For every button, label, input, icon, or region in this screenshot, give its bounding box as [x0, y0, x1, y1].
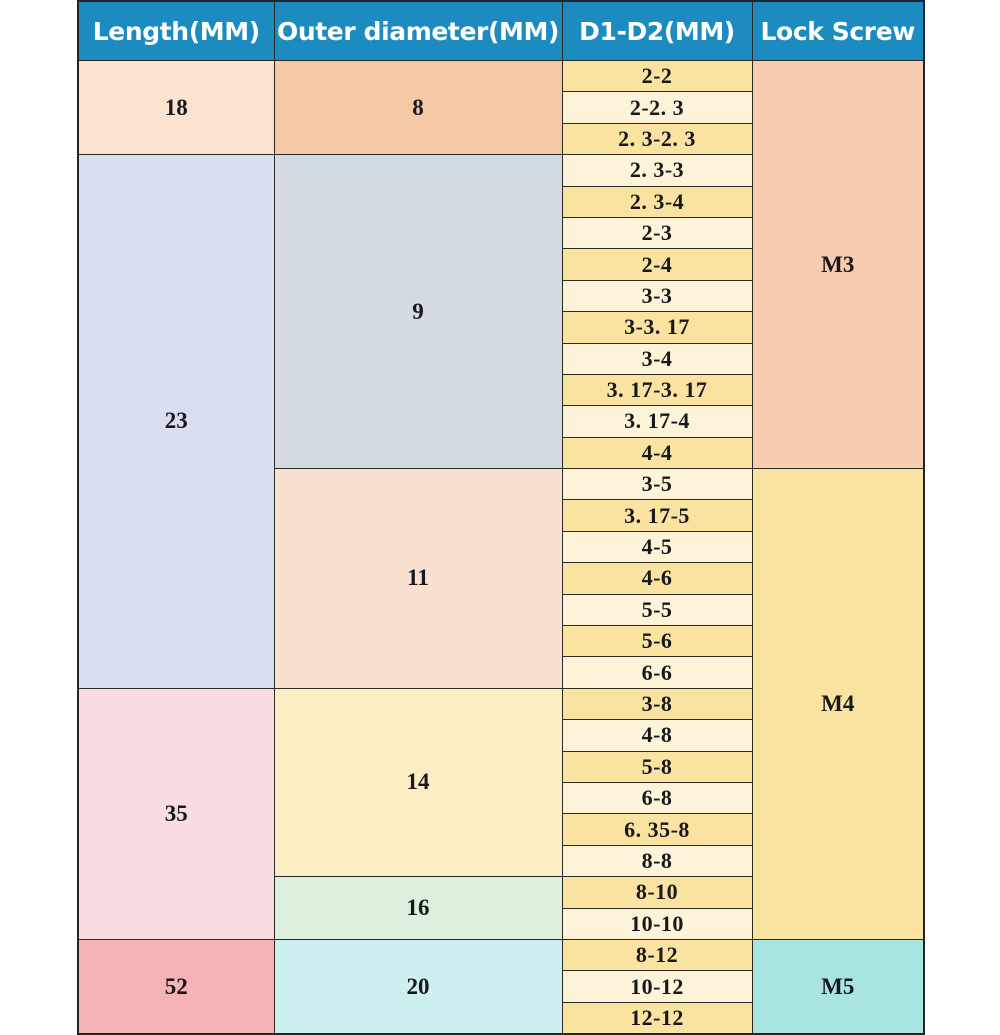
cell-length: 18 — [77, 59, 275, 156]
cell-d1-d2: 2-2 — [561, 59, 753, 93]
header-row: Length(MM) Outer diameter(MM) D1-D2(MM) … — [77, 0, 925, 61]
cell-d1-d2: 6-8 — [561, 781, 753, 815]
column-header-length: Length(MM) — [77, 0, 275, 61]
cell-d1-d2: 8-12 — [561, 938, 753, 972]
cell-length: 23 — [77, 154, 275, 689]
table-header: Length(MM) Outer diameter(MM) D1-D2(MM) … — [77, 0, 925, 61]
cell-outer-diameter: 8 — [273, 59, 563, 156]
cell-outer-diameter: 14 — [273, 687, 563, 878]
cell-d1-d2: 8-8 — [561, 844, 753, 878]
cell-d1-d2: 4-6 — [561, 562, 753, 595]
cell-d1-d2: 8-10 — [561, 876, 753, 909]
specification-table-container: Length(MM) Outer diameter(MM) D1-D2(MM) … — [77, 0, 925, 1035]
cell-d1-d2: 2. 3-2. 3 — [561, 122, 753, 156]
specification-table: Length(MM) Outer diameter(MM) D1-D2(MM) … — [77, 0, 925, 1035]
cell-d1-d2: 10-10 — [561, 907, 753, 940]
cell-d1-d2: 3-3. 17 — [561, 311, 753, 344]
column-header-d1-d2: D1-D2(MM) — [561, 0, 753, 61]
cell-d1-d2: 3-5 — [561, 468, 753, 501]
cell-d1-d2: 4-5 — [561, 530, 753, 564]
table-body: 18 8 2-2 M3 2-2. 3 2. 3-2. 3 23 9 2. 3-3 2. 3-4 2-… — [77, 59, 925, 1035]
cell-d1-d2: 10-12 — [561, 970, 753, 1003]
cell-d1-d2: 4-8 — [561, 719, 753, 752]
column-header-lock-screw: Lock Screw — [751, 0, 925, 61]
cell-outer-diameter: 20 — [273, 938, 563, 1035]
table-row: 52 20 8-12 M5 — [77, 938, 925, 1035]
cell-d1-d2: 6-6 — [561, 656, 753, 689]
cell-lock-screw: M4 — [751, 468, 925, 940]
cell-d1-d2: 3. 17-4 — [561, 405, 753, 438]
cell-d1-d2: 2. 3-3 — [561, 154, 753, 187]
cell-outer-diameter: 16 — [273, 876, 563, 940]
cell-outer-diameter: 9 — [273, 154, 563, 470]
cell-d1-d2: 5-6 — [561, 625, 753, 658]
cell-lock-screw: M3 — [751, 59, 925, 470]
cell-d1-d2: 2. 3-4 — [561, 185, 753, 218]
cell-d1-d2: 2-2. 3 — [561, 91, 753, 124]
cell-d1-d2: 5-5 — [561, 593, 753, 627]
cell-outer-diameter: 11 — [273, 468, 563, 689]
cell-d1-d2: 6. 35-8 — [561, 813, 753, 846]
column-header-outer-diameter: Outer diameter(MM) — [273, 0, 563, 61]
cell-length: 35 — [77, 687, 275, 940]
cell-d1-d2: 3-8 — [561, 687, 753, 721]
table-row: 18 8 2-2 M3 — [77, 59, 925, 470]
cell-d1-d2: 3-4 — [561, 342, 753, 375]
cell-d1-d2: 12-12 — [561, 1001, 753, 1035]
cell-length: 52 — [77, 938, 275, 1035]
cell-d1-d2: 3. 17-3. 17 — [561, 373, 753, 407]
cell-d1-d2: 2-3 — [561, 216, 753, 250]
cell-d1-d2: 4-4 — [561, 436, 753, 470]
cell-d1-d2: 2-4 — [561, 248, 753, 281]
cell-d1-d2: 3. 17-5 — [561, 499, 753, 532]
cell-d1-d2: 5-8 — [561, 750, 753, 783]
cell-lock-screw: M5 — [751, 938, 925, 1035]
cell-d1-d2: 3-3 — [561, 279, 753, 313]
